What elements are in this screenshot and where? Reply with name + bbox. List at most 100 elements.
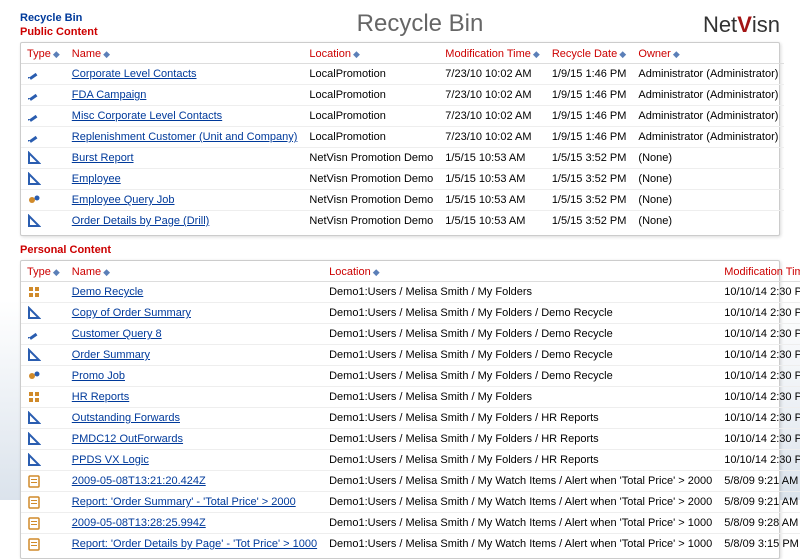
- mod-cell: 10/10/14 2:30 PM: [718, 345, 800, 366]
- col-recycle[interactable]: Recycle Date◆: [546, 45, 633, 64]
- recycle-cell: 1/5/15 3:52 PM: [546, 169, 633, 190]
- item-link[interactable]: Order Details by Page (Drill): [72, 215, 210, 227]
- mod-cell: 1/5/15 10:53 AM: [439, 169, 546, 190]
- item-link[interactable]: Burst Report: [72, 152, 134, 164]
- item-link[interactable]: 2009-05-08T13:21:20.424Z: [72, 475, 206, 487]
- personal-heading: Personal Content: [20, 244, 780, 256]
- name-cell: Misc Corporate Level Contacts: [66, 106, 304, 127]
- recycle-cell: 1/5/15 3:52 PM: [546, 148, 633, 169]
- clip-icon: [27, 517, 41, 529]
- type-cell: [21, 387, 66, 408]
- col-type[interactable]: Type◆: [21, 263, 66, 282]
- name-cell: Report: 'Order Details by Page' - 'Tot P…: [66, 534, 323, 555]
- table-row: EmployeeNetVisn Promotion Demo1/5/15 10:…: [21, 169, 784, 190]
- item-link[interactable]: Replenishment Customer (Unit and Company…: [72, 131, 298, 143]
- location-cell: NetVisn Promotion Demo: [303, 211, 439, 232]
- table-row: Demo Recycle Demo1:Users / Melisa Smith /…: [21, 282, 800, 303]
- table-row: Order Summary Demo1:Users / Melisa Smith …: [21, 345, 800, 366]
- name-cell: Outstanding Forwards: [66, 408, 323, 429]
- sort-icon: ◆: [103, 267, 110, 277]
- col-mod[interactable]: Modification Time◆: [718, 263, 800, 282]
- type-cell: [21, 64, 66, 85]
- col-location[interactable]: Location◆: [303, 45, 439, 64]
- owner-cell: Administrator (Administrator): [632, 85, 784, 106]
- triangle-icon: [27, 412, 41, 424]
- mod-cell: 5/8/09 9:28 AM: [718, 513, 800, 534]
- name-cell: Burst Report: [66, 148, 304, 169]
- item-link[interactable]: FDA Campaign: [72, 89, 147, 101]
- col-location[interactable]: Location◆: [323, 263, 718, 282]
- pencil-icon: [27, 68, 41, 80]
- item-link[interactable]: Employee Query Job: [72, 194, 175, 206]
- sort-icon: ◆: [533, 49, 540, 59]
- triangle-icon: [27, 307, 41, 319]
- item-link[interactable]: Employee: [72, 173, 121, 185]
- table-row: Replenishment Customer (Unit and Company…: [21, 127, 784, 148]
- item-link[interactable]: Customer Query 8: [72, 328, 162, 340]
- logo-text-v: V: [737, 12, 752, 37]
- triangle-icon: [27, 454, 41, 466]
- type-cell: [21, 324, 66, 345]
- owner-cell: (None): [632, 190, 784, 211]
- col-mod[interactable]: Modification Time◆: [439, 45, 546, 64]
- col-name[interactable]: Name◆: [66, 263, 323, 282]
- mod-cell: 10/10/14 2:30 PM: [718, 387, 800, 408]
- item-link[interactable]: Demo Recycle: [72, 286, 144, 298]
- location-cell: Demo1:Users / Melisa Smith / My Watch It…: [323, 471, 718, 492]
- location-cell: Demo1:Users / Melisa Smith / My Folders …: [323, 345, 718, 366]
- item-link[interactable]: 2009-05-08T13:28:25.994Z: [72, 517, 206, 529]
- mod-cell: 10/10/14 2:30 PM: [718, 429, 800, 450]
- table-row: PPDS VX Logic Demo1:Users / Melisa Smith …: [21, 450, 800, 471]
- grid-icon: [27, 286, 41, 298]
- clip-icon: [27, 475, 41, 487]
- clip-icon: [27, 496, 41, 508]
- type-cell: [21, 148, 66, 169]
- col-owner[interactable]: Owner◆: [632, 45, 784, 64]
- location-cell: Demo1:Users / Melisa Smith / My Watch It…: [323, 534, 718, 555]
- item-link[interactable]: Promo Job: [72, 370, 125, 382]
- location-cell: Demo1:Users / Melisa Smith / My Folders …: [323, 450, 718, 471]
- table-row: 2009-05-08T13:21:20.424Z Demo1:Users / Me…: [21, 471, 800, 492]
- type-cell: [21, 408, 66, 429]
- table-row: Customer Query 8Demo1:Users / Melisa Smi…: [21, 324, 800, 345]
- item-link[interactable]: Corporate Level Contacts: [72, 68, 197, 80]
- owner-cell: Administrator (Administrator): [632, 127, 784, 148]
- mod-cell: 10/10/14 2:30 PM: [718, 366, 800, 387]
- logo: NetVisn: [660, 8, 780, 38]
- triangle-icon: [27, 349, 41, 361]
- recycle-cell: 1/9/15 1:46 PM: [546, 85, 633, 106]
- mod-cell: 7/23/10 10:02 AM: [439, 106, 546, 127]
- location-cell: Demo1:Users / Melisa Smith / My Folders: [323, 282, 718, 303]
- col-name[interactable]: Name◆: [66, 45, 304, 64]
- table-row: HR ReportsDemo1:Users / Melisa Smith / M…: [21, 387, 800, 408]
- item-link[interactable]: Misc Corporate Level Contacts: [72, 110, 222, 122]
- mod-cell: 10/10/14 2:30 PM: [718, 450, 800, 471]
- col-type[interactable]: Type◆: [21, 45, 66, 64]
- item-link[interactable]: PMDC12 OutForwards: [72, 433, 183, 445]
- table-row: FDA CampaignLocalPromotion7/23/10 10:02 …: [21, 85, 784, 106]
- clip-icon: [27, 538, 41, 550]
- item-link[interactable]: Order Summary: [72, 349, 150, 361]
- type-cell: [21, 513, 66, 534]
- location-cell: NetVisn Promotion Demo: [303, 148, 439, 169]
- item-link[interactable]: HR Reports: [72, 391, 129, 403]
- name-cell: Employee: [66, 169, 304, 190]
- item-link[interactable]: Outstanding Forwards: [72, 412, 180, 424]
- type-cell: [21, 106, 66, 127]
- type-cell: [21, 85, 66, 106]
- item-link[interactable]: Report: 'Order Summary' - 'Total Price' …: [72, 496, 296, 508]
- name-cell: Customer Query 8: [66, 324, 323, 345]
- item-link[interactable]: Report: 'Order Details by Page' - 'Tot P…: [72, 538, 317, 550]
- grid-icon: [27, 391, 41, 403]
- personal-panel: Type◆ Name◆ Location◆ Modification Time◆…: [20, 260, 780, 559]
- type-cell: [21, 366, 66, 387]
- mod-cell: 10/10/14 2:30 PM: [718, 303, 800, 324]
- mod-cell: 7/23/10 10:02 AM: [439, 64, 546, 85]
- type-cell: [21, 450, 66, 471]
- recycle-cell: 1/9/15 1:46 PM: [546, 106, 633, 127]
- item-link[interactable]: Copy of Order Summary: [72, 307, 191, 319]
- name-cell: Replenishment Customer (Unit and Company…: [66, 127, 304, 148]
- item-link[interactable]: PPDS VX Logic: [72, 454, 149, 466]
- breadcrumb[interactable]: Recycle Bin: [20, 12, 180, 24]
- owner-cell: Administrator (Administrator): [632, 106, 784, 127]
